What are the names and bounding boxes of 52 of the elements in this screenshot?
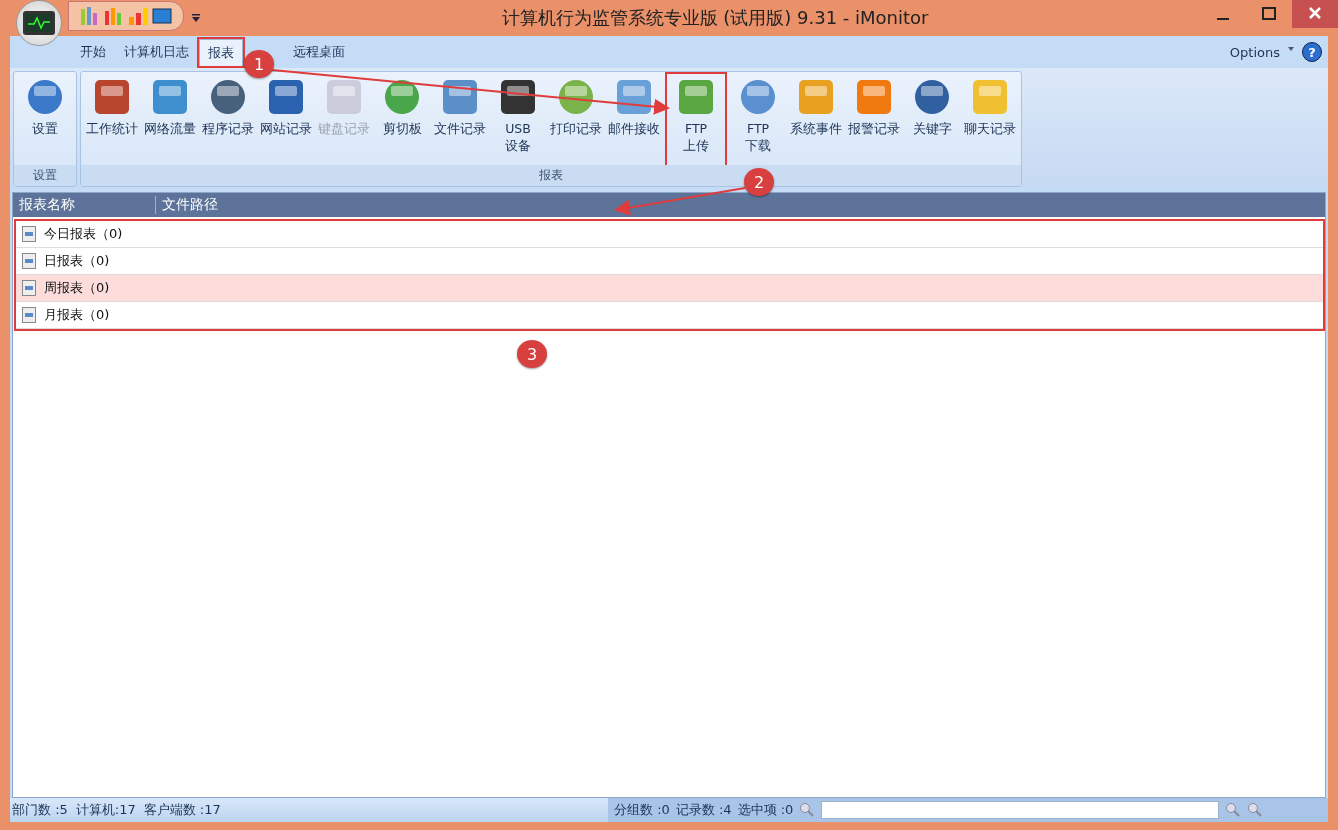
report-icon <box>22 253 36 269</box>
window-title: 计算机行为监管系统专业版 (试用版) 9.31 - iMonitor <box>500 6 930 30</box>
close-icon[interactable] <box>1292 0 1338 28</box>
table-cell: 日报表（0) <box>44 252 110 270</box>
search-field[interactable] <box>821 801 1220 819</box>
table-row[interactable]: 月报表（0) <box>16 302 1323 329</box>
group-label: 设置 <box>14 165 76 186</box>
options-menu[interactable]: Options <box>1229 44 1280 60</box>
ribbon-button[interactable]: 系统事件 <box>787 74 845 165</box>
status-text: 客户端数 :17 <box>143 801 221 819</box>
table-row[interactable]: 周报表（0) <box>16 275 1323 302</box>
column-header[interactable]: 文件路径 <box>156 196 224 214</box>
table-cell: 月报表（0) <box>44 306 110 324</box>
monitor-icon <box>22 10 56 36</box>
search-icon[interactable] <box>1247 802 1264 818</box>
table-cell: 周报表（0) <box>44 279 110 297</box>
ribbon-tab[interactable]: 计算机日志 <box>116 39 197 65</box>
ribbon-button[interactable]: 设置 <box>16 74 74 165</box>
status-text: 选中项 :0 <box>737 801 794 819</box>
column-header[interactable]: 报表名称 <box>13 196 156 214</box>
customize-toolbar-icon[interactable] <box>192 13 200 23</box>
ribbon-button[interactable]: USB 设备 <box>489 74 547 165</box>
ribbon-button[interactable]: 聊天记录 <box>961 74 1019 165</box>
ribbon-tab[interactable]: 报表 <box>199 38 243 66</box>
app-menu-button[interactable] <box>16 0 62 46</box>
ribbon-tab[interactable]: 远程桌面 <box>285 39 353 65</box>
report-icon <box>22 280 36 296</box>
status-text: 记录数 :4 <box>675 801 732 819</box>
table-cell: 今日报表（0) <box>44 225 123 243</box>
ribbon-button[interactable]: 关键字 <box>903 74 961 165</box>
search-icon[interactable] <box>799 802 816 818</box>
status-text: 分组数 :0 <box>614 801 670 819</box>
ribbon-button[interactable]: FTP 下载 <box>729 74 787 165</box>
ribbon-tab[interactable]: 开始 <box>72 39 114 65</box>
status-text: 部门数 :5 <box>12 801 68 819</box>
table-row[interactable]: 今日报表（0) <box>16 221 1323 248</box>
ribbon-button[interactable]: 剪切板 <box>373 74 431 165</box>
caret-icon[interactable] <box>1288 47 1294 51</box>
search-icon[interactable] <box>1225 802 1242 818</box>
ribbon-button[interactable]: FTP 上传 <box>667 74 725 165</box>
ribbon-button[interactable]: 报警记录 <box>845 74 903 165</box>
bar-chart-icon[interactable] <box>127 5 149 27</box>
report-icon <box>22 226 36 242</box>
ribbon-button[interactable]: 文件记录 <box>431 74 489 165</box>
report-icon <box>22 307 36 323</box>
ribbon-button[interactable]: 打印记录 <box>547 74 605 165</box>
ribbon-button[interactable]: 工作统计 <box>83 74 141 165</box>
ribbon-button[interactable]: 网络流量 <box>141 74 199 165</box>
help-button[interactable]: ? <box>1302 42 1322 62</box>
status-text: 计算机:17 <box>75 801 136 819</box>
ribbon-button[interactable]: 邮件接收 <box>605 74 663 165</box>
monitor-icon[interactable] <box>151 5 173 27</box>
